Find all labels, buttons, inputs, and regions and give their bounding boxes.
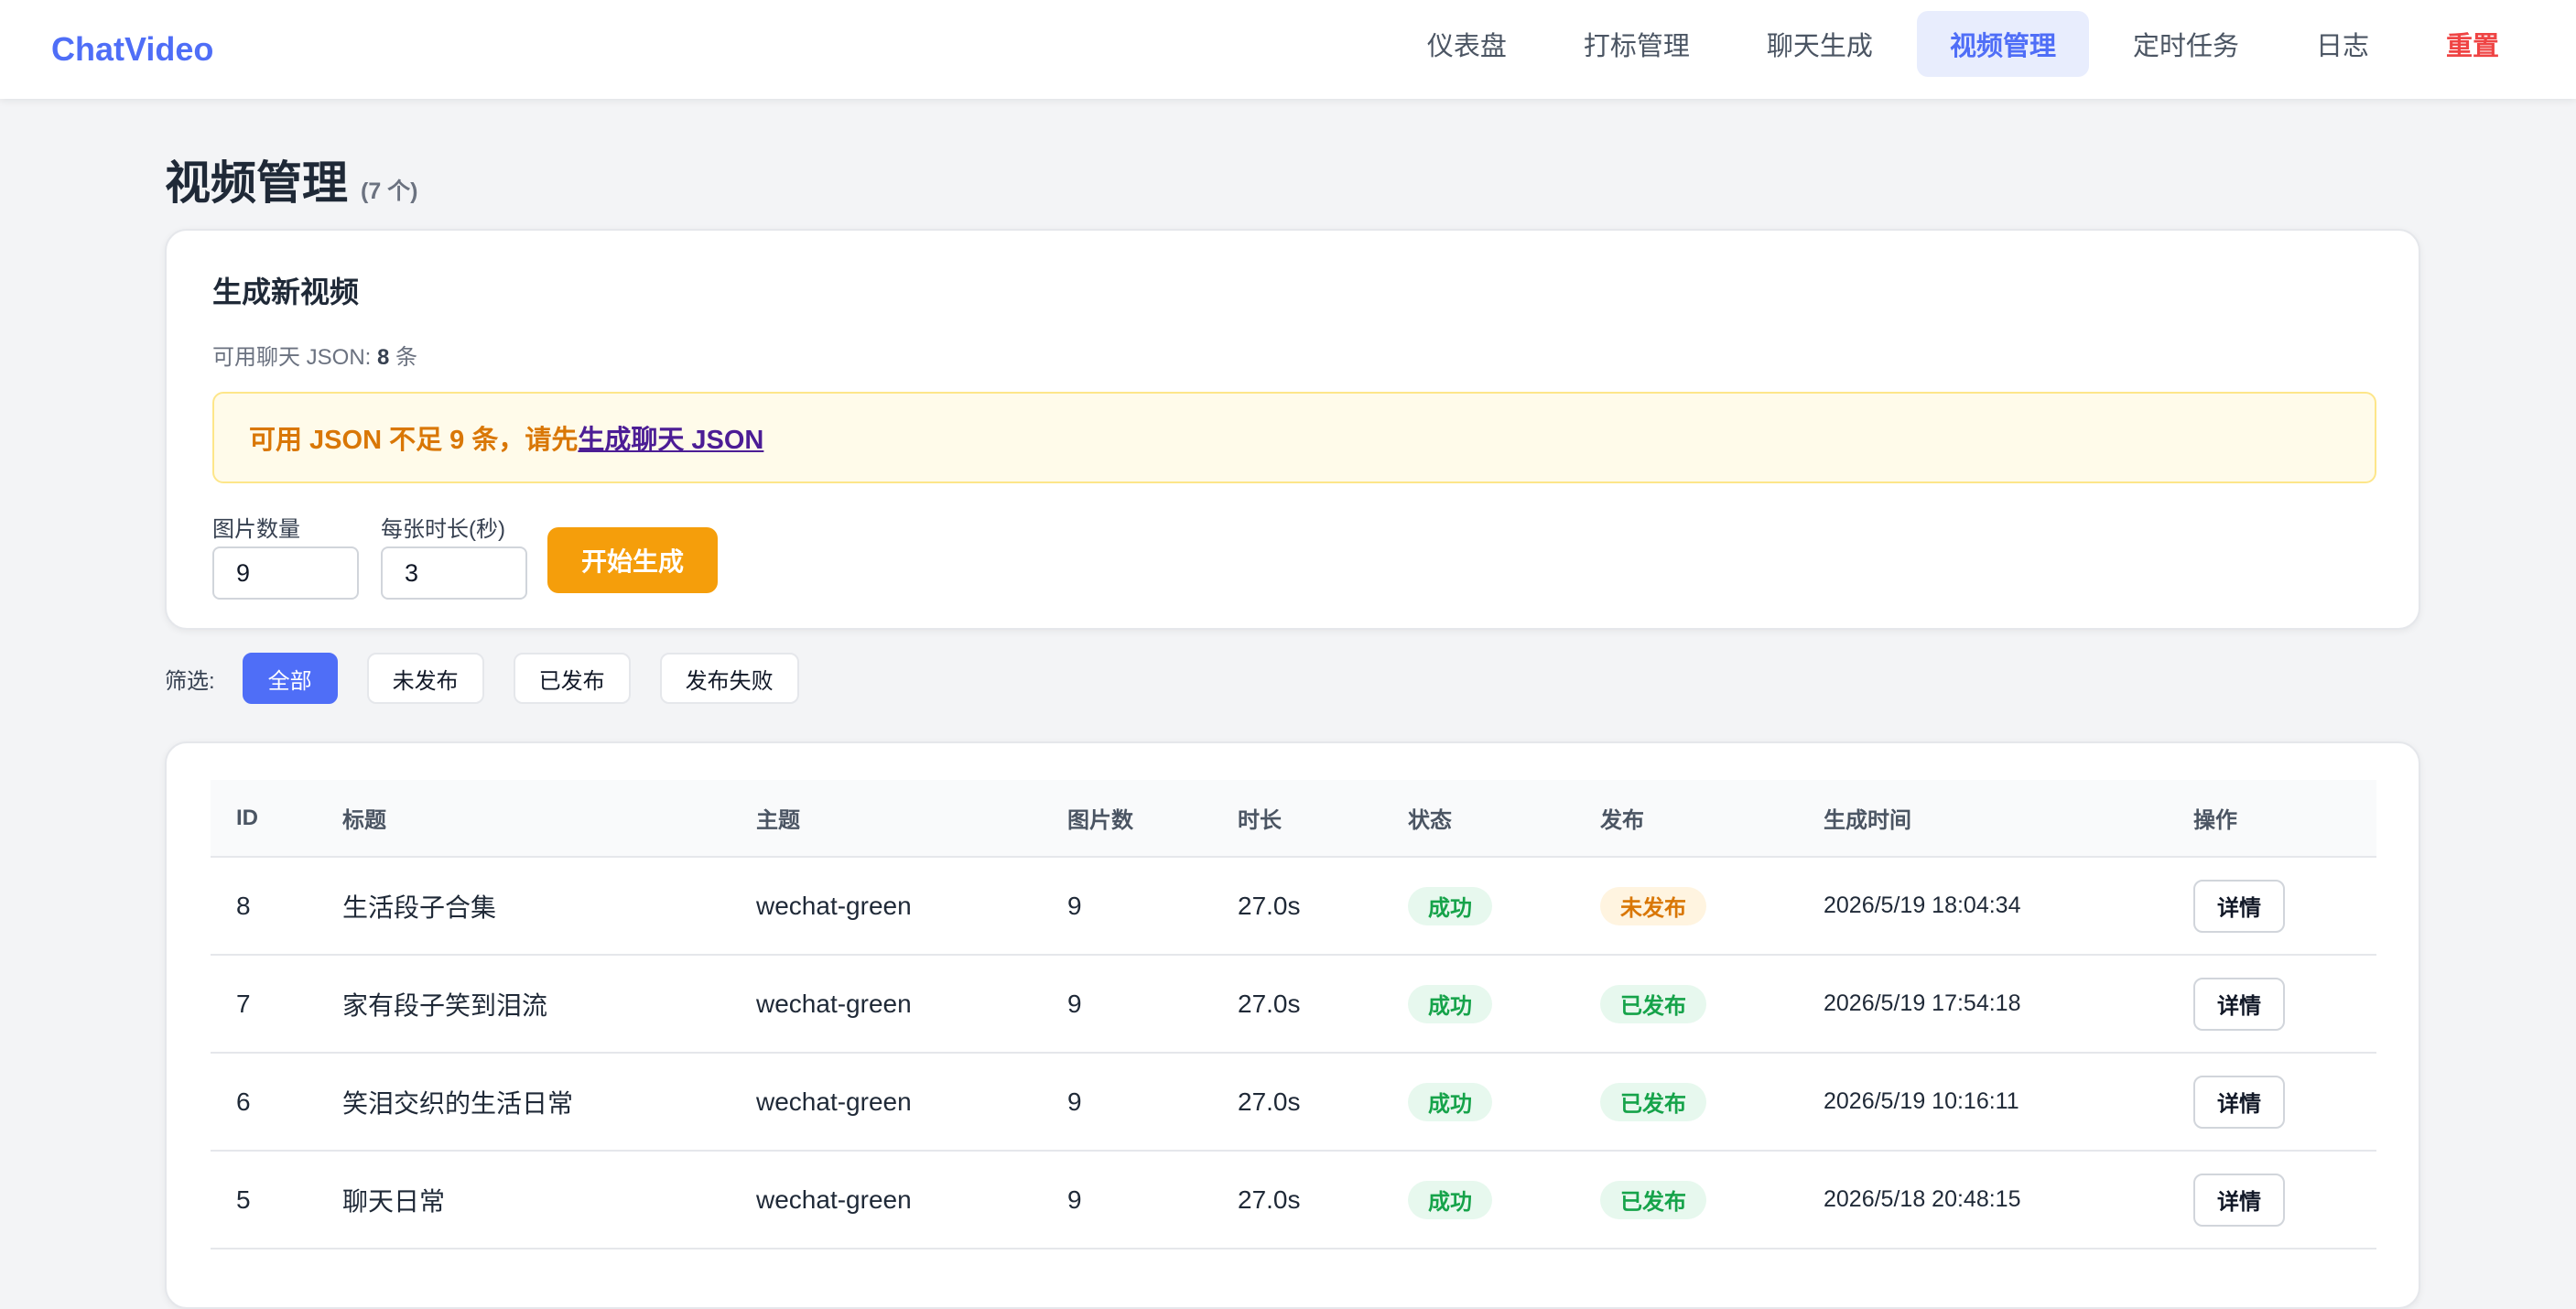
cell-status: 成功 <box>1382 1151 1575 1249</box>
cell-images: 9 <box>1067 989 1082 1018</box>
detail-button[interactable]: 详情 <box>2193 879 2285 933</box>
detail-button[interactable]: 详情 <box>2193 1075 2285 1129</box>
image-count-label: 图片数量 <box>212 517 300 542</box>
filter-published-button[interactable]: 已发布 <box>513 653 631 704</box>
table-row[interactable]: 8 生活段子合集 wechat-green 9 27.0s 成功 未发布 202… <box>211 857 2376 955</box>
cell-actions: 详情 <box>2168 1151 2376 1249</box>
column-header-duration[interactable]: 时长 <box>1212 780 1382 858</box>
start-generate-button[interactable]: 开始生成 <box>547 527 718 593</box>
nav-item-chat-generate[interactable]: 聊天生成 <box>1734 11 1906 77</box>
image-count-field: 图片数量 <box>212 511 359 600</box>
nav-item-logs[interactable]: 日志 <box>2283 11 2402 77</box>
column-header-title[interactable]: 标题 <box>317 780 731 858</box>
cell-publish: 未发布 <box>1575 857 1798 955</box>
filter-unpublished-button[interactable]: 未发布 <box>366 653 484 704</box>
filter-label: 筛选: <box>165 668 215 694</box>
cell-images: 9 <box>1067 891 1082 920</box>
cell-theme: wechat-green <box>756 1185 912 1214</box>
status-badge: 成功 <box>1408 984 1492 1023</box>
insufficient-json-warning: 可用 JSON 不足 9 条，请先 生成聊天 JSON <box>212 392 2376 483</box>
nav-menu: 仪表盘 打标管理 聊天生成 视频管理 定时任务 日志 重置 <box>1394 11 2532 77</box>
cell-duration: 27.0s <box>1238 1087 1301 1116</box>
nav-item-labeling[interactable]: 打标管理 <box>1551 11 1723 77</box>
cell-publish: 已发布 <box>1575 955 1798 1053</box>
cell-created-time: 2026/5/18 20:48:15 <box>1824 1186 2021 1212</box>
filter-failed-button[interactable]: 发布失败 <box>659 653 799 704</box>
column-header-publish[interactable]: 发布 <box>1575 780 1798 858</box>
filter-bar: 筛选: 全部 未发布 已发布 发布失败 <box>165 652 828 705</box>
publish-badge: 未发布 <box>1600 886 1706 925</box>
cell-id: 7 <box>236 989 251 1018</box>
available-json-info: 可用聊天 JSON: 8 条 <box>212 339 417 371</box>
cell-images: 9 <box>1067 1185 1082 1214</box>
cell-actions: 详情 <box>2168 1053 2376 1151</box>
warning-text: 可用 JSON 不足 9 条，请先 <box>249 426 579 455</box>
cell-id: 6 <box>236 1087 251 1116</box>
table-row[interactable]: 6 笑泪交织的生活日常 wechat-green 9 27.0s 成功 已发布 … <box>211 1053 2376 1151</box>
cell-status: 成功 <box>1382 1053 1575 1151</box>
cell-id: 8 <box>236 891 251 920</box>
page-header: 视频管理 (7 个) <box>165 146 418 212</box>
cell-created-time: 2026/5/19 18:04:34 <box>1824 892 2021 918</box>
column-header-status[interactable]: 状态 <box>1382 780 1575 858</box>
column-header-actions: 操作 <box>2168 780 2376 858</box>
cell-theme: wechat-green <box>756 989 912 1018</box>
cell-actions: 详情 <box>2168 955 2376 1053</box>
nav-item-dashboard[interactable]: 仪表盘 <box>1394 11 1540 77</box>
cell-status: 成功 <box>1382 955 1575 1053</box>
column-header-theme[interactable]: 主题 <box>731 780 1042 858</box>
detail-button[interactable]: 详情 <box>2193 977 2285 1031</box>
cell-duration: 27.0s <box>1238 891 1301 920</box>
status-badge: 成功 <box>1408 1180 1492 1219</box>
available-json-label: 可用聊天 JSON: <box>212 345 372 370</box>
nav-item-scheduled-tasks[interactable]: 定时任务 <box>2100 11 2272 77</box>
brand-logo[interactable]: ChatVideo <box>51 0 213 99</box>
generate-video-card: 生成新视频 可用聊天 JSON: 8 条 可用 JSON 不足 9 条，请先 生成… <box>165 229 2420 630</box>
cell-theme: wechat-green <box>756 891 912 920</box>
duration-field: 每张时长(秒) <box>381 511 527 600</box>
publish-badge: 已发布 <box>1600 984 1706 1023</box>
column-header-created-time[interactable]: 生成时间 <box>1798 780 2168 858</box>
video-table: ID 标题 主题 图片数 时长 状态 发布 生成时间 操作 8 生活段子合集 w… <box>211 780 2376 1250</box>
table-row[interactable]: 5 聊天日常 wechat-green 9 27.0s 成功 已发布 2026/… <box>211 1151 2376 1249</box>
duration-label: 每张时长(秒) <box>381 517 505 542</box>
cell-actions: 详情 <box>2168 857 2376 955</box>
cell-duration: 27.0s <box>1238 989 1301 1018</box>
top-navbar: ChatVideo 仪表盘 打标管理 聊天生成 视频管理 定时任务 日志 重置 <box>0 0 2576 99</box>
duration-input[interactable] <box>381 546 527 600</box>
video-count: (7 个) <box>361 178 418 204</box>
column-header-images[interactable]: 图片数 <box>1042 780 1212 858</box>
status-badge: 成功 <box>1408 886 1492 925</box>
page-title: 视频管理 <box>165 157 348 209</box>
cell-title: 生活段子合集 <box>342 892 497 922</box>
cell-publish: 已发布 <box>1575 1151 1798 1249</box>
cell-title: 家有段子笑到泪流 <box>342 990 548 1020</box>
cell-theme: wechat-green <box>756 1087 912 1116</box>
cell-created-time: 2026/5/19 17:54:18 <box>1824 990 2021 1016</box>
image-count-input[interactable] <box>212 546 359 600</box>
cell-images: 9 <box>1067 1087 1082 1116</box>
table-header-row: ID 标题 主题 图片数 时长 状态 发布 生成时间 操作 <box>211 780 2376 858</box>
column-header-id[interactable]: ID <box>211 780 317 858</box>
nav-item-reset[interactable]: 重置 <box>2413 11 2532 77</box>
table-row[interactable]: 7 家有段子笑到泪流 wechat-green 9 27.0s 成功 已发布 2… <box>211 955 2376 1053</box>
cell-duration: 27.0s <box>1238 1185 1301 1214</box>
cell-id: 5 <box>236 1185 251 1214</box>
video-table-card: ID 标题 主题 图片数 时长 状态 发布 生成时间 操作 8 生活段子合集 w… <box>165 741 2420 1309</box>
filter-all-button[interactable]: 全部 <box>242 653 338 704</box>
cell-publish: 已发布 <box>1575 1053 1798 1151</box>
detail-button[interactable]: 详情 <box>2193 1173 2285 1227</box>
available-json-count: 8 <box>377 345 390 370</box>
cell-title: 聊天日常 <box>342 1186 446 1216</box>
cell-status: 成功 <box>1382 857 1575 955</box>
available-json-unit: 条 <box>395 345 418 370</box>
cell-created-time: 2026/5/19 10:16:11 <box>1824 1088 2019 1114</box>
status-badge: 成功 <box>1408 1082 1492 1121</box>
cell-title: 笑泪交织的生活日常 <box>342 1088 574 1118</box>
nav-item-video-management[interactable]: 视频管理 <box>1916 11 2089 77</box>
publish-badge: 已发布 <box>1600 1180 1706 1219</box>
publish-badge: 已发布 <box>1600 1082 1706 1121</box>
generate-card-title: 生成新视频 <box>212 276 360 308</box>
generate-chat-json-link[interactable]: 生成聊天 JSON <box>578 418 763 457</box>
